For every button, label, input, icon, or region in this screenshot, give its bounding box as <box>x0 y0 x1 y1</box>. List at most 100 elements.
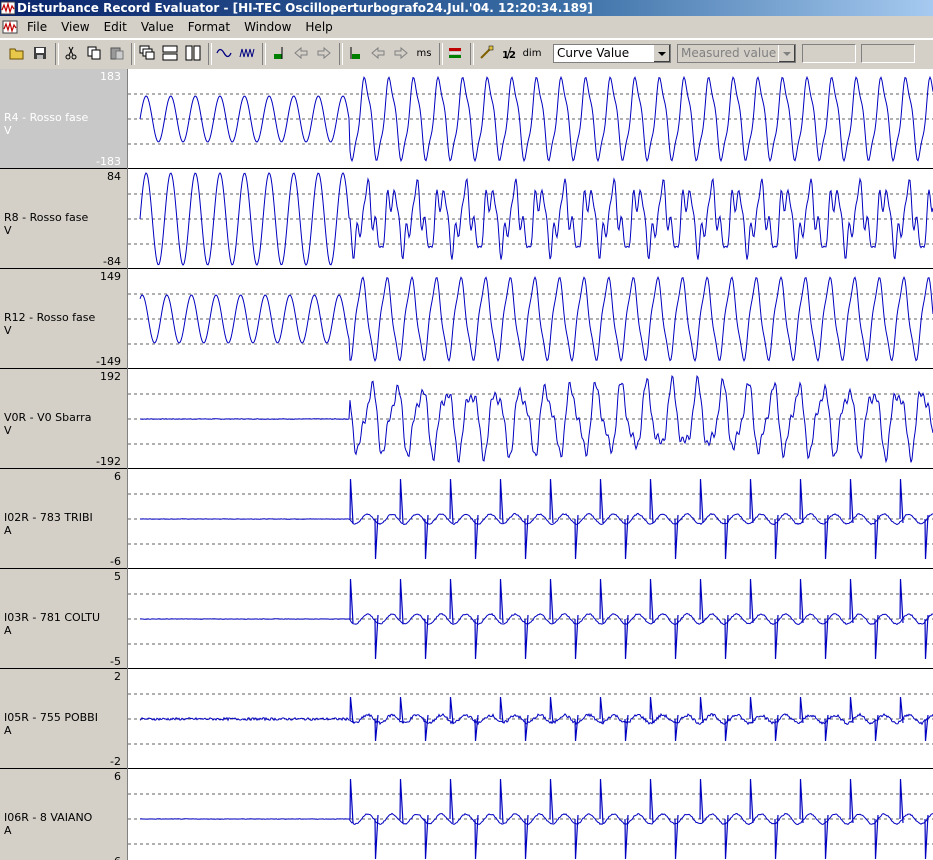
channel-label-r8[interactable]: 84 R8 - Rosso fase V -84 <box>0 169 127 269</box>
multi-wave-icon[interactable] <box>237 43 257 63</box>
transient-spike <box>924 514 929 560</box>
channel-label-r12[interactable]: 149 R12 - Rosso fase V -149 <box>0 269 127 369</box>
channel-unit: A <box>4 724 12 737</box>
transient-spike <box>899 696 904 724</box>
channel-min: -149 <box>96 355 121 368</box>
transient-spike <box>499 778 504 824</box>
sine-wave-icon[interactable] <box>214 43 234 63</box>
channel-name: V0R - V0 Sbarra <box>4 411 92 424</box>
document-icon[interactable] <box>2 19 18 35</box>
channel-unit: V <box>4 224 12 237</box>
channel-min: -183 <box>96 155 121 168</box>
menu-edit[interactable]: Edit <box>97 16 134 38</box>
menu-format[interactable]: Format <box>181 16 237 38</box>
menu-value[interactable]: Value <box>134 16 181 38</box>
channel-label-v0r[interactable]: 192 V0R - V0 Sbarra V -192 <box>0 369 127 469</box>
transient-spike <box>499 478 504 524</box>
transient-spike <box>649 478 654 524</box>
channel-label-i05r[interactable]: 2 I05R - 755 POBBI A -2 <box>0 669 127 769</box>
tile-horizontal-icon[interactable] <box>160 43 180 63</box>
channel-max: 2 <box>114 670 121 683</box>
transient-spike <box>399 578 404 624</box>
transient-spike <box>849 578 854 624</box>
transient-spike <box>699 578 704 624</box>
arrow-right-icon[interactable] <box>314 43 334 63</box>
menu-bar: File View Edit Value Format Window Help <box>0 16 933 39</box>
channel-max: 5 <box>114 570 121 583</box>
cursor-start-icon[interactable] <box>345 43 365 63</box>
transient-spike <box>724 714 729 742</box>
transient-spike <box>449 478 454 524</box>
save-icon[interactable] <box>30 43 50 63</box>
transient-spike <box>899 578 904 624</box>
dimension-button[interactable]: dim <box>522 43 542 63</box>
transient-spike <box>599 578 604 624</box>
chevron-down-icon <box>778 45 795 62</box>
transient-spike <box>749 696 754 724</box>
transient-spike <box>724 514 729 560</box>
arrow-left-icon[interactable] <box>291 43 311 63</box>
channel-unit: A <box>4 824 12 837</box>
channel-min: -6 <box>110 555 121 568</box>
transient-spike <box>899 478 904 524</box>
brush-icon[interactable] <box>476 43 496 63</box>
color-icon[interactable] <box>445 43 465 63</box>
title-bar: Disturbance Record Evaluator - [HI-TEC O… <box>0 0 933 16</box>
transient-spike <box>349 778 354 824</box>
channel-label-i06r[interactable]: 6 I06R - 8 VAIANO A -6 <box>0 769 127 860</box>
transient-spike <box>549 478 554 524</box>
channel-min: -6 <box>110 855 121 860</box>
arrow-right-icon[interactable] <box>391 43 411 63</box>
channel-unit: A <box>4 624 12 637</box>
curve-value-text: Curve Value <box>557 46 630 60</box>
transient-spike <box>624 814 629 860</box>
channel-label-i02r[interactable]: 6 I02R - 783 TRIBI A -6 <box>0 469 127 569</box>
transient-spike <box>649 578 654 624</box>
transient-spike <box>424 614 429 660</box>
transient-spike <box>874 714 879 742</box>
transient-spike <box>874 514 879 560</box>
channel-name: I06R - 8 VAIANO <box>4 811 93 824</box>
open-folder-icon[interactable] <box>7 43 27 63</box>
transient-spike <box>474 814 479 860</box>
waveform-plot[interactable] <box>128 69 933 860</box>
menu-view[interactable]: View <box>54 16 96 38</box>
arrow-left-icon[interactable] <box>368 43 388 63</box>
paste-icon[interactable] <box>107 43 127 63</box>
channel-label-i03r[interactable]: 5 I03R - 781 COLTU A -5 <box>0 569 127 669</box>
channel-max: 6 <box>114 470 121 483</box>
menu-file[interactable]: File <box>20 16 54 38</box>
number-format-icon[interactable]: 12 <box>499 43 519 63</box>
chevron-down-icon[interactable] <box>653 45 670 62</box>
transient-spike <box>449 778 454 824</box>
transient-spike <box>574 614 579 660</box>
channel-min: -5 <box>110 655 121 668</box>
cut-icon[interactable] <box>61 43 81 63</box>
window-title: Disturbance Record Evaluator - [HI-TEC O… <box>17 1 593 15</box>
transient-spike <box>599 478 604 524</box>
transient-spike <box>774 814 779 860</box>
transient-spike <box>799 778 804 824</box>
transient-spike <box>449 578 454 624</box>
menu-help[interactable]: Help <box>298 16 339 38</box>
channel-name: R8 - Rosso fase <box>4 211 89 224</box>
transient-spike <box>474 514 479 560</box>
cursor-icon[interactable] <box>268 43 288 63</box>
transient-spike <box>424 814 429 860</box>
transient-spike <box>574 514 579 560</box>
channel-label-r4[interactable]: 183 R4 - Rosso fase V -183 <box>0 69 127 169</box>
curve-value-select[interactable]: Curve Value <box>553 44 671 63</box>
transient-spike <box>674 814 679 860</box>
channel-max: 192 <box>100 370 121 383</box>
channel-max: 183 <box>100 70 121 83</box>
menu-window[interactable]: Window <box>237 16 298 38</box>
cascade-windows-icon[interactable] <box>137 43 157 63</box>
transient-spike <box>799 578 804 624</box>
copy-icon[interactable] <box>84 43 104 63</box>
ms-units-button[interactable]: ms <box>414 43 434 63</box>
transient-spike <box>599 778 604 824</box>
channel-name: I03R - 781 COLTU <box>4 611 101 624</box>
transient-spike <box>524 514 529 560</box>
tile-vertical-icon[interactable] <box>183 43 203 63</box>
transient-spike <box>924 614 929 660</box>
